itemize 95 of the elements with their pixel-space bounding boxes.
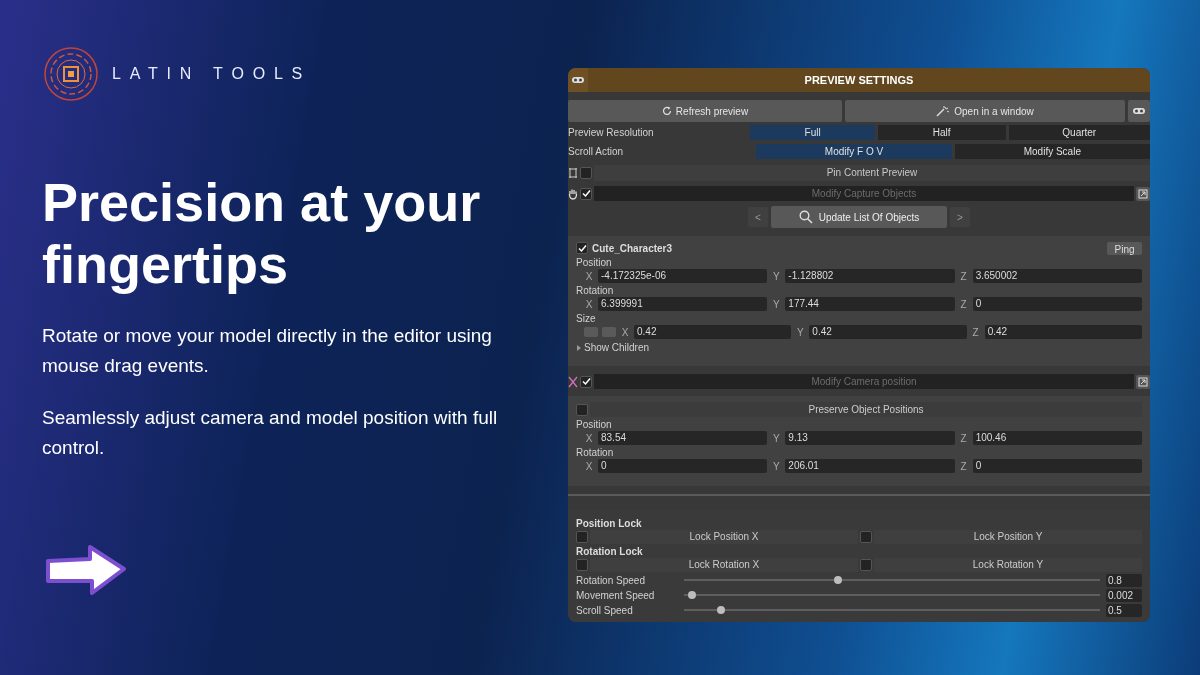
slider-label: Movement Speed xyxy=(576,588,656,603)
lock-toggle[interactable]: Lock Rotation X xyxy=(590,558,858,572)
toggle-button[interactable] xyxy=(1128,100,1150,122)
headline: Precision at your fingertips xyxy=(42,171,482,295)
option-button[interactable]: Modify F O V xyxy=(756,144,952,159)
frame-icon xyxy=(568,167,578,179)
slider-thumb[interactable] xyxy=(717,606,726,614)
checkbox[interactable] xyxy=(576,559,588,571)
number-field[interactable]: 0.42 xyxy=(634,325,792,339)
number-field[interactable]: 6.399991 xyxy=(598,297,768,311)
body-text: Seamlessly adjust camera and model position with full control. xyxy=(42,406,499,460)
number-field[interactable]: -1.128802 xyxy=(785,269,955,283)
axis-label: Y xyxy=(772,269,781,284)
checkbox[interactable] xyxy=(860,559,872,571)
axis-label: X xyxy=(584,269,594,284)
expand-icon[interactable] xyxy=(1136,374,1150,389)
checkbox[interactable] xyxy=(576,403,588,416)
number-field[interactable]: 3.650002 xyxy=(972,269,1142,283)
row-label: Preview Resolution xyxy=(568,126,655,140)
number-field[interactable]: 0.002 xyxy=(1106,588,1142,602)
row-label: Scroll Action xyxy=(568,145,625,159)
group-heading: Position Lock xyxy=(576,517,643,530)
number-field[interactable]: 0.5 xyxy=(1106,603,1142,617)
number-field[interactable]: 83.54 xyxy=(598,431,768,445)
checkbox[interactable] xyxy=(580,375,592,388)
number-field[interactable]: 0.42 xyxy=(809,325,967,339)
field-label: Size xyxy=(576,312,597,325)
axis-label: Y xyxy=(772,431,781,446)
brand-name: LATIN TOOLS xyxy=(112,64,312,84)
number-field[interactable]: 0 xyxy=(598,459,768,473)
slider-label: Rotation Speed xyxy=(576,573,646,588)
number-field[interactable]: 0 xyxy=(972,297,1142,311)
ping-button[interactable]: Ping xyxy=(1107,241,1142,255)
triangle-icon xyxy=(576,344,582,351)
checkbox[interactable] xyxy=(576,242,588,254)
checkbox[interactable] xyxy=(580,187,592,200)
axis-label: Z xyxy=(971,325,980,340)
move-icon xyxy=(568,375,578,388)
header-tab[interactable] xyxy=(568,68,588,92)
hand-icon xyxy=(568,187,578,200)
open-window-button[interactable]: Open in a window xyxy=(845,100,1125,122)
field-label: Rotation xyxy=(576,446,615,459)
lock-toggle[interactable]: Lock Rotation Y xyxy=(874,558,1142,572)
search-icon xyxy=(798,210,813,224)
number-field[interactable]: 9.13 xyxy=(785,431,955,445)
checkbox[interactable] xyxy=(576,531,588,543)
axis-label: X xyxy=(584,297,594,312)
checkbox[interactable] xyxy=(580,167,592,179)
option-button[interactable]: Half xyxy=(877,125,1006,140)
panel-title: PREVIEW SETTINGS xyxy=(803,72,915,88)
show-children-toggle[interactable]: Show Children xyxy=(576,340,650,355)
toggle-icon xyxy=(1132,106,1146,116)
number-field[interactable]: -4.172325e-06 xyxy=(598,269,768,283)
expand-icon[interactable] xyxy=(1136,186,1150,201)
group-heading: Rotation Lock xyxy=(576,545,644,558)
axis-label: Z xyxy=(959,269,968,284)
lock-toggle[interactable]: Lock Position Y xyxy=(874,530,1142,544)
axis-label: Y xyxy=(796,325,805,340)
update-list-button[interactable]: Update List Of Objects xyxy=(771,206,947,228)
body-text: Rotate or move your model directly in the editor using mouse drag events. xyxy=(42,324,493,378)
magic-wand-icon xyxy=(936,105,951,117)
field-label: Position xyxy=(576,418,613,431)
option-button[interactable]: Quarter xyxy=(1008,125,1150,140)
number-field[interactable]: 100.46 xyxy=(972,431,1142,445)
object-name: Cute_Character3 xyxy=(592,241,674,256)
slider-label: Scroll Speed xyxy=(576,603,634,618)
number-field[interactable]: 177.44 xyxy=(785,297,955,311)
field-label: Rotation xyxy=(576,284,615,297)
axis-label: Y xyxy=(772,297,781,312)
option-button[interactable]: Modify Scale xyxy=(954,144,1150,159)
option-button[interactable]: Full xyxy=(750,125,875,140)
axis-label: X xyxy=(620,325,630,340)
number-field[interactable]: 0 xyxy=(972,459,1142,473)
number-field[interactable]: 206.01 xyxy=(785,459,955,473)
axis-label: Z xyxy=(959,459,968,474)
axis-label: X xyxy=(584,459,594,474)
lock-toggle[interactable]: Lock Position X xyxy=(590,530,858,544)
number-field[interactable]: 0.8 xyxy=(1106,573,1142,587)
axis-label: Z xyxy=(959,431,968,446)
refresh-icon xyxy=(661,106,672,116)
pin-toggle[interactable]: Pin Content Preview xyxy=(594,165,1150,181)
field-label: Position xyxy=(576,256,613,269)
refresh-button[interactable]: Refresh preview xyxy=(568,100,842,122)
logo-icon xyxy=(42,45,100,103)
slider-thumb[interactable] xyxy=(833,576,842,584)
axis-label: X xyxy=(584,431,594,446)
number-field[interactable]: 0.42 xyxy=(984,325,1142,339)
preserve-toggle[interactable]: Preserve Object Positions xyxy=(590,402,1142,417)
next-button[interactable]: > xyxy=(950,207,970,227)
slider-thumb[interactable] xyxy=(688,591,697,599)
checkbox[interactable] xyxy=(860,531,872,543)
toggle-icon xyxy=(571,75,585,85)
axis-label: Y xyxy=(772,459,781,474)
previous-button[interactable]: < xyxy=(748,207,768,227)
axis-label: Z xyxy=(959,297,968,312)
